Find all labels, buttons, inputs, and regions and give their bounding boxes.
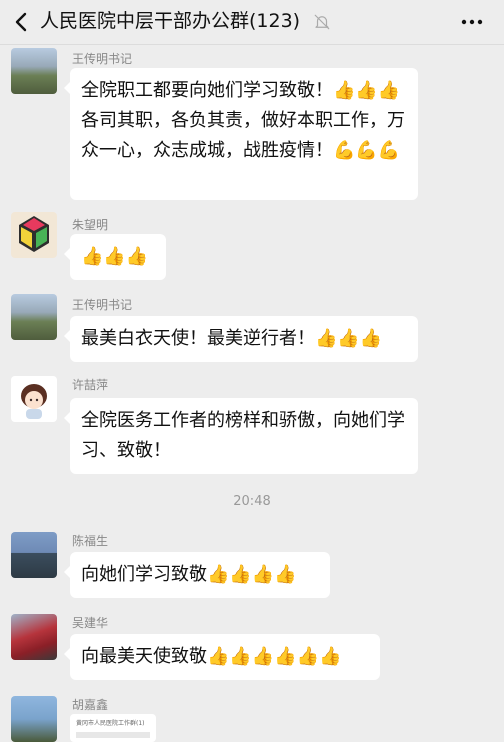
sender-name: 胡嘉鑫	[72, 698, 109, 712]
avatar[interactable]	[11, 696, 57, 742]
bell-off-icon	[314, 14, 330, 30]
sender-name: 吴建华	[72, 616, 109, 630]
avatar[interactable]	[11, 48, 57, 94]
cube-avatar-icon	[19, 216, 49, 252]
message-bubble[interactable]: 向最美天使致敬👍👍👍👍👍👍	[64, 634, 380, 680]
chat-header: 人民医院中层干部办公群(123)	[0, 0, 504, 45]
avatar[interactable]	[11, 532, 57, 578]
sender-name: 王传明书记	[72, 298, 133, 312]
sender-name: 许喆萍	[72, 378, 109, 392]
chat-title: 人民医院中层干部办公群(123)	[40, 10, 301, 32]
avatar[interactable]	[11, 294, 57, 340]
avatar[interactable]	[11, 614, 57, 660]
sender-name: 朱望明	[72, 218, 109, 232]
avatar[interactable]	[11, 376, 57, 422]
time-divider: 20:48	[233, 494, 271, 509]
preview-caption: 黄冈市人民医院工作群(1)	[76, 720, 145, 727]
back-chevron-icon[interactable]	[10, 10, 34, 34]
preview-bar	[76, 732, 150, 738]
cartoon-avatar-icon	[21, 384, 47, 419]
message-bubble[interactable]: 全院职工都要向她们学习致敬！👍👍👍各司其职，各负其责，做好本职工作，万众一心，众…	[64, 68, 418, 200]
message-bubble[interactable]: 最美白衣天使！最美逆行者！👍👍👍	[64, 316, 418, 362]
message-bubble[interactable]: 👍👍👍	[64, 234, 166, 280]
avatar[interactable]	[11, 212, 57, 258]
sender-name: 陈福生	[72, 534, 109, 548]
message-bubble[interactable]: 全院医务工作者的榜样和骄傲，向她们学习、致敬！	[64, 398, 418, 474]
sender-name: 王传明书记	[72, 52, 133, 66]
more-dots-icon[interactable]	[460, 12, 484, 32]
message-bubble[interactable]: 向她们学习致敬👍👍👍👍	[64, 552, 330, 598]
shared-image-preview[interactable]: 黄冈市人民医院工作群(1)	[70, 714, 156, 742]
